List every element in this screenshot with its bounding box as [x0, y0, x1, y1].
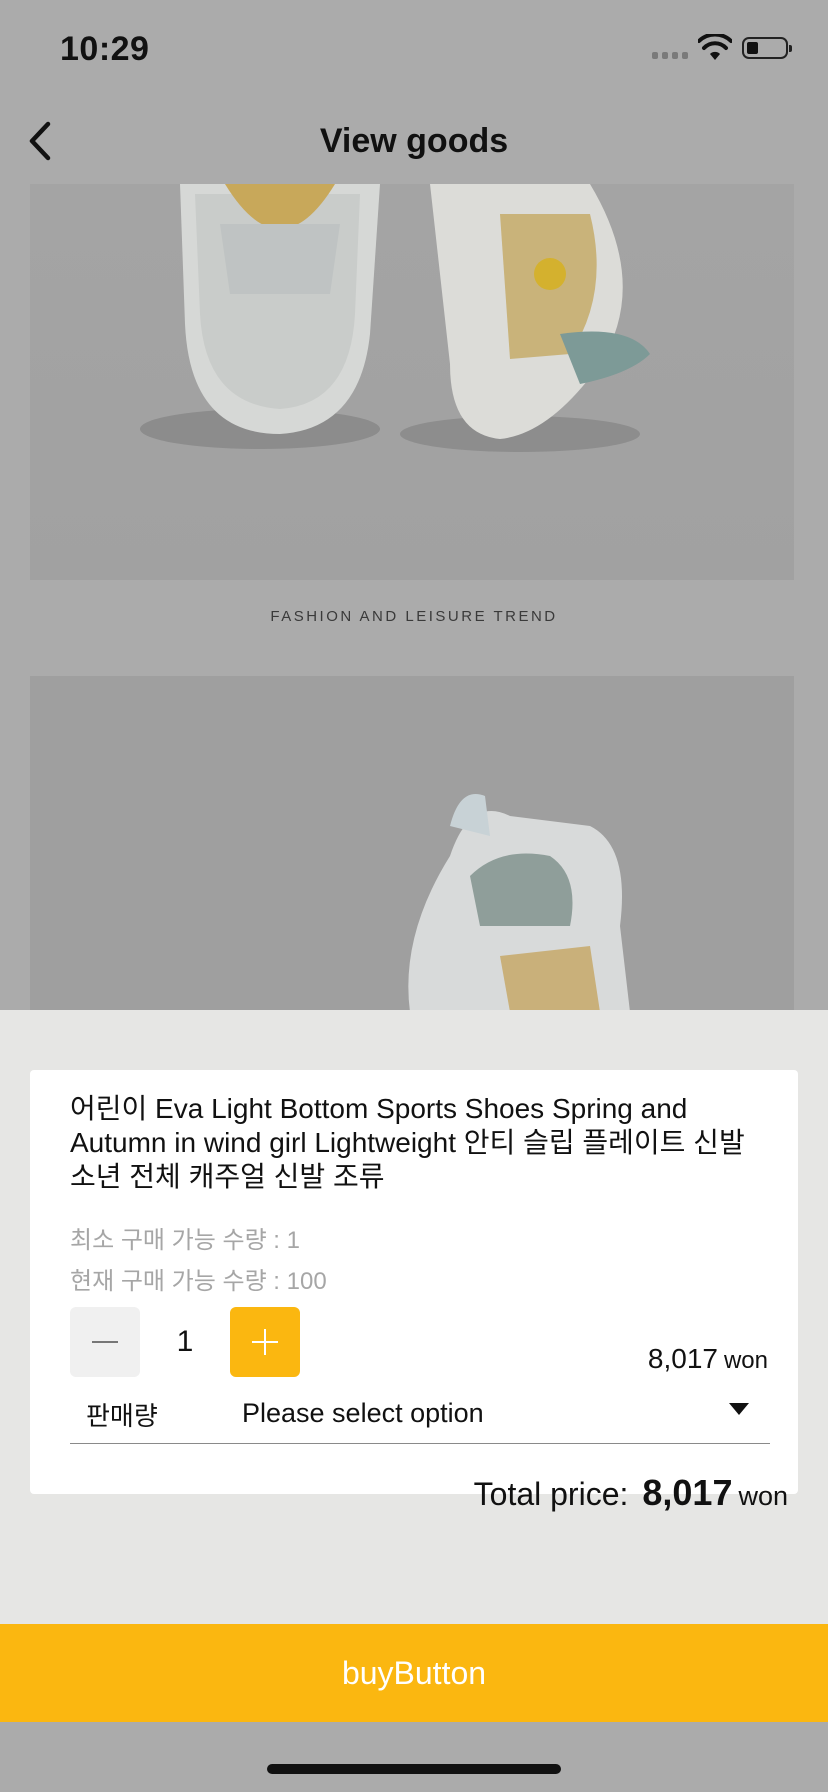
current-purchase-qty: 현재 구매 가능 수량 : 100 [70, 1268, 327, 1295]
status-time: 10:29 [60, 30, 150, 68]
buy-button[interactable]: buyButton [0, 1624, 828, 1722]
product-name: 어린이 Eva Light Bottom Sports Shoes Spring… [70, 1093, 745, 1192]
option-selector[interactable]: 판매량 Please select option [70, 1390, 770, 1444]
page-title: View goods [319, 122, 509, 160]
increase-qty-button[interactable] [230, 1307, 300, 1377]
wifi-icon [698, 34, 732, 60]
product-image-top [30, 184, 794, 580]
unit-price-currency: won [723, 1347, 768, 1374]
product-card: 어린이 Eva Light Bottom Sports Shoes Spring… [30, 1070, 798, 1494]
nav-bar: View goods [0, 100, 828, 184]
product-image-middle [30, 676, 794, 1012]
unit-price-amount: 8,017 [647, 1343, 718, 1374]
purchase-sheet: 어린이 Eva Light Bottom Sports Shoes Spring… [0, 1010, 828, 1624]
minus-icon [92, 1341, 118, 1343]
unit-price: 8,017 won [648, 1343, 768, 1375]
min-purchase-qty: 최소 구매 가능 수량 : 1 [70, 1227, 300, 1254]
total-price-row: Total price: 8,017 won [474, 1472, 788, 1514]
decrease-qty-button[interactable] [70, 1307, 140, 1377]
battery-icon [742, 37, 792, 59]
total-price-currency: won [738, 1481, 788, 1511]
status-bar: 10:29 [0, 0, 828, 100]
quantity-value: 1 [176, 1325, 194, 1358]
total-price-label: Total price: [473, 1476, 629, 1512]
home-indicator [267, 1764, 561, 1774]
option-select-value[interactable]: Please select option [242, 1398, 484, 1429]
total-price-amount: 8,017 [642, 1472, 733, 1513]
option-label: 판매량 [86, 1401, 158, 1431]
signal-icon [652, 52, 692, 60]
dropdown-triangle-icon[interactable] [728, 1402, 750, 1416]
content-caption: FASHION AND LEISURE TREND [270, 608, 558, 625]
